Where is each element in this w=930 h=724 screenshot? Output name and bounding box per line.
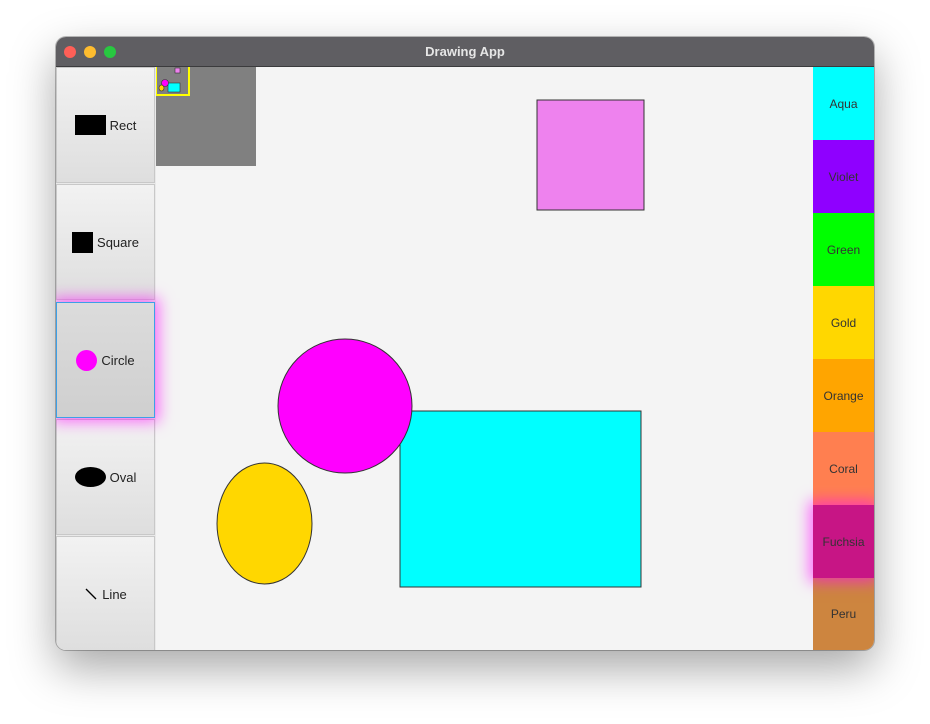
color-palette: Aqua Violet Green Gold Orange Coral Fuch…	[813, 67, 874, 650]
tool-rect-button[interactable]: Rect	[56, 67, 155, 183]
window-title: Drawing App	[425, 44, 505, 59]
color-swatch-label: Violet	[828, 169, 859, 184]
tool-oval-label: Oval	[109, 469, 137, 485]
shape-circle[interactable]	[277, 338, 413, 474]
shape-square[interactable]	[536, 99, 645, 211]
color-swatch-label: Orange	[823, 388, 864, 403]
color-swatch-label: Coral	[829, 461, 858, 476]
minimap-oval	[158, 84, 165, 92]
color-swatch-coral[interactable]: Coral	[813, 432, 874, 505]
color-swatch-green[interactable]: Green	[813, 213, 874, 286]
line-icon	[85, 588, 97, 600]
color-swatch-violet[interactable]: Violet	[813, 140, 874, 213]
minimap-rectangle	[167, 82, 181, 93]
shape-oval[interactable]	[216, 462, 313, 585]
tool-rect-label: Rect	[109, 117, 137, 133]
color-swatch-label: Fuchsia	[822, 534, 865, 549]
color-swatch-label: Green	[826, 242, 861, 257]
color-swatch-label: Aqua	[829, 96, 858, 111]
minimap[interactable]	[156, 67, 256, 166]
canvas-svg	[156, 67, 645, 588]
color-swatch-fuchsia[interactable]: Fuchsia	[813, 505, 874, 578]
color-swatch-label: Peru	[830, 607, 857, 621]
tool-sidebar: Rect Square Circle Oval Line	[56, 67, 156, 650]
color-swatch-gold[interactable]: Gold	[813, 286, 874, 359]
color-swatch-orange[interactable]: Orange	[813, 359, 874, 432]
tool-circle-label: Circle	[101, 352, 135, 368]
app-window: Drawing App Rect Square Circle Oval Line	[56, 37, 874, 650]
color-swatch-aqua[interactable]: Aqua	[813, 67, 874, 140]
rectangle-icon	[74, 115, 106, 135]
drawing-canvas[interactable]	[156, 67, 813, 650]
title-bar[interactable]: Drawing App	[56, 37, 874, 67]
color-swatch-peru[interactable]: Peru	[813, 578, 874, 650]
tool-circle-button[interactable]: Circle	[56, 302, 155, 418]
tool-line-label: Line	[102, 586, 127, 602]
oval-icon	[74, 467, 106, 487]
tool-line-button[interactable]: Line	[56, 536, 155, 650]
minimap-square	[174, 67, 181, 74]
tool-square-label: Square	[97, 234, 139, 250]
shape-rectangle[interactable]	[399, 410, 642, 588]
square-icon	[72, 231, 94, 253]
tool-square-button[interactable]: Square	[56, 184, 155, 300]
tool-oval-button[interactable]: Oval	[56, 419, 155, 535]
circle-icon	[76, 349, 98, 371]
color-swatch-label: Gold	[830, 315, 857, 330]
